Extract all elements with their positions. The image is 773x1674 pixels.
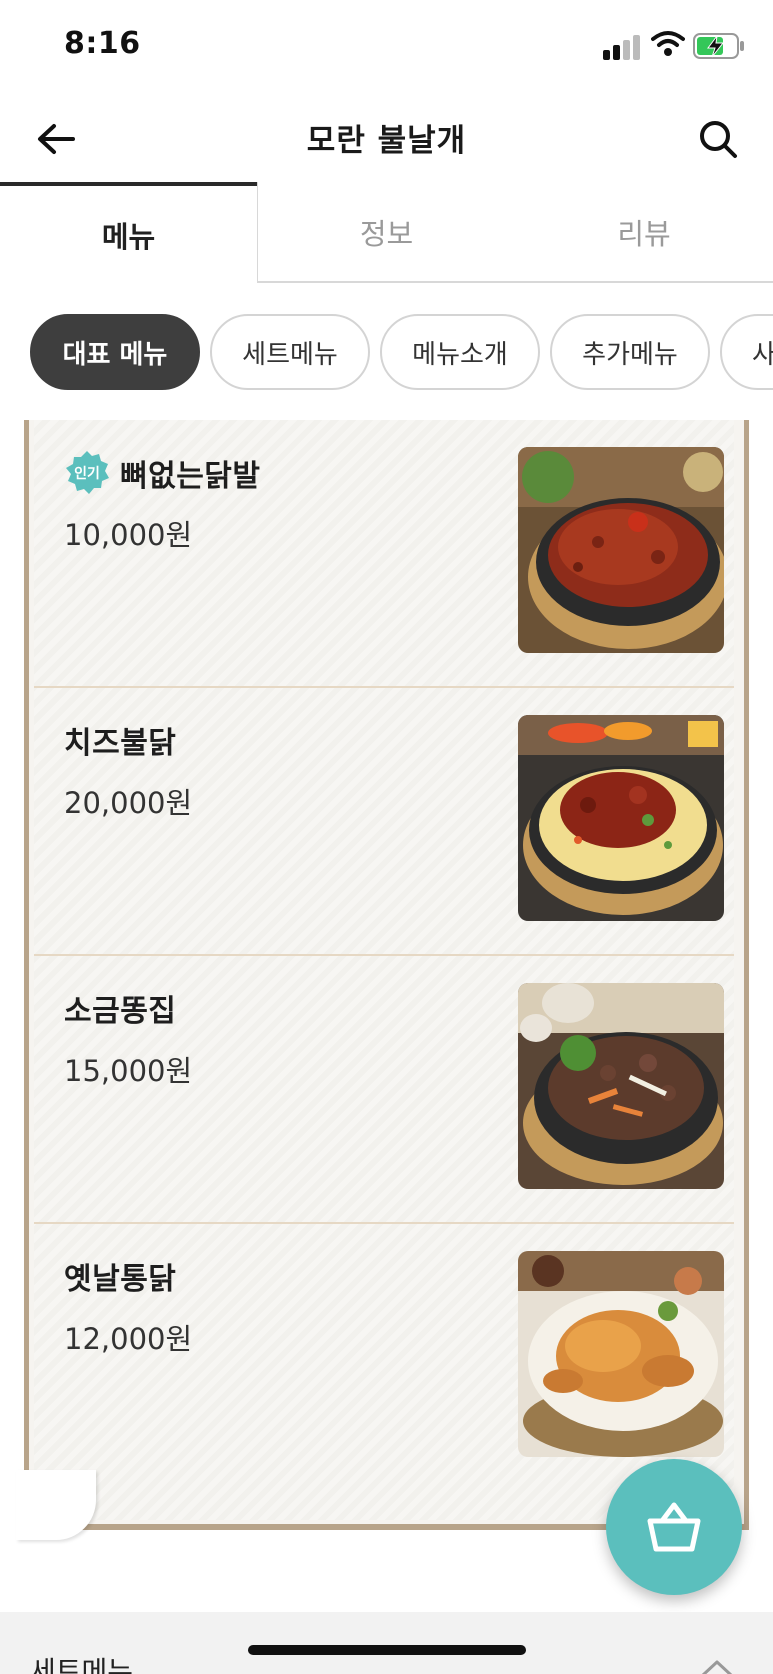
tab-menu[interactable]: 메뉴	[0, 182, 257, 283]
shopping-basket-icon	[647, 1502, 701, 1552]
category-chips: 대표 메뉴 세트메뉴 메뉴소개 추가메뉴 사	[0, 314, 773, 390]
top-app-bar: 모란 불날개	[0, 95, 773, 183]
tab-bar: 메뉴 정보 리뷰	[0, 182, 773, 283]
menu-item[interactable]: 치즈불닭 20,000원	[34, 688, 734, 956]
chip-featured-menu[interactable]: 대표 메뉴	[30, 314, 200, 390]
item-price: 10,000원	[64, 518, 193, 552]
tab-info[interactable]: 정보	[257, 182, 515, 283]
home-indicator	[248, 1645, 526, 1655]
signal-icon	[603, 34, 641, 60]
chip-partial[interactable]: 사	[720, 314, 773, 390]
item-price: 15,000원	[64, 1054, 193, 1088]
tab-review[interactable]: 리뷰	[515, 182, 773, 283]
item-name: 소금똥집	[64, 994, 177, 1029]
item-name: 옛날통닭	[64, 1262, 177, 1297]
chevron-up-icon[interactable]	[700, 1658, 734, 1674]
menu-item[interactable]: 옛날통닭 12,000원	[34, 1224, 734, 1492]
battery-charging-icon	[693, 33, 745, 59]
wifi-icon	[651, 30, 685, 58]
cart-button[interactable]	[606, 1459, 742, 1595]
status-bar: 8:16	[0, 0, 773, 95]
menu-item[interactable]: 소금똥집 15,000원	[34, 956, 734, 1224]
menu-board: 인기 뼈없는닭발 10,000원 치즈불닭 20,000원 소금똥집 15,00…	[16, 420, 756, 1540]
item-price: 20,000원	[64, 786, 193, 820]
item-name-row: 인기 뼈없는닭발	[64, 450, 261, 496]
search-button[interactable]	[692, 113, 744, 165]
spicy-chicken-feet-photo	[518, 447, 724, 653]
chip-set-menu[interactable]: 세트메뉴	[210, 314, 370, 390]
menu-list: 인기 뼈없는닭발 10,000원 치즈불닭 20,000원 소금똥집 15,00…	[34, 420, 734, 1492]
search-icon	[700, 121, 737, 158]
item-name-row: 치즈불닭	[64, 718, 176, 762]
item-name-row: 소금똥집	[64, 986, 176, 1030]
whole-fried-chicken-photo	[518, 1251, 724, 1457]
item-name: 치즈불닭	[64, 726, 177, 761]
section-title: 세트메뉴	[30, 1655, 134, 1674]
badge-label: 인기	[74, 466, 100, 482]
item-name-row: 옛날통닭	[64, 1254, 176, 1298]
popular-badge: 인기	[64, 450, 110, 496]
salted-gizzard-photo	[518, 983, 724, 1189]
chip-menu-intro[interactable]: 메뉴소개	[380, 314, 540, 390]
item-name: 뼈없는닭발	[120, 459, 261, 494]
set-menu-section[interactable]: 세트메뉴	[0, 1612, 773, 1674]
chip-extra-menu[interactable]: 추가메뉴	[550, 314, 710, 390]
menu-item[interactable]: 인기 뼈없는닭발 10,000원	[34, 420, 734, 688]
status-time: 8:16	[64, 26, 141, 61]
cheese-fire-chicken-photo	[518, 715, 724, 921]
item-price: 12,000원	[64, 1322, 193, 1356]
page-title: 모란 불날개	[306, 123, 467, 159]
